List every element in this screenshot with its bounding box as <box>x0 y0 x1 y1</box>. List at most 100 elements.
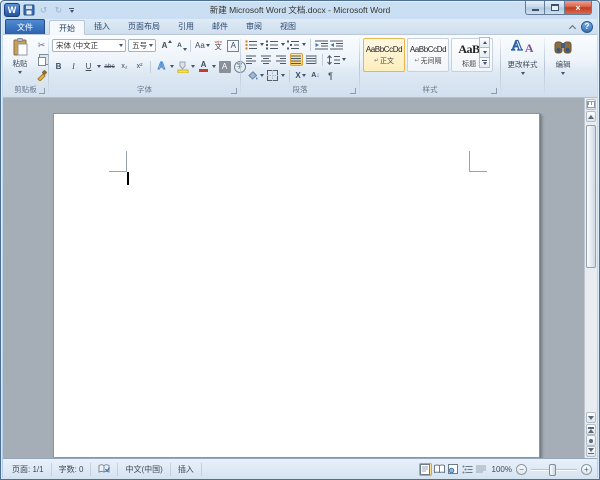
style-normal[interactable]: AaBbCcDd ↵ 正文 <box>363 38 405 72</box>
redo-button[interactable]: ↻ <box>52 4 65 17</box>
print-layout-view-button[interactable] <box>418 462 432 476</box>
font-size-combo[interactable]: 五号 <box>128 39 156 52</box>
word-logo-icon[interactable]: W <box>4 3 20 17</box>
paste-button[interactable]: 粘贴 <box>7 38 33 83</box>
highlight-dropdown-icon[interactable] <box>191 65 195 68</box>
change-case-button[interactable]: Aa <box>195 39 210 52</box>
tab-mailings[interactable]: 邮件 <box>203 19 237 34</box>
bullets-dropdown-icon[interactable] <box>260 43 264 46</box>
save-button[interactable] <box>22 4 35 17</box>
word-count[interactable]: 字数: 0 <box>52 462 92 476</box>
minimize-ribbon-icon[interactable] <box>568 24 577 32</box>
borders-button[interactable] <box>266 69 279 82</box>
tab-view[interactable]: 视图 <box>271 19 305 34</box>
paste-dropdown-icon[interactable] <box>18 71 22 74</box>
font-color-dropdown-icon[interactable] <box>212 65 216 68</box>
tab-home[interactable]: 开始 <box>49 20 85 35</box>
shading-button[interactable] <box>245 69 258 82</box>
next-page-button[interactable] <box>586 446 596 457</box>
close-button[interactable]: × <box>564 1 592 15</box>
web-layout-view-button[interactable] <box>447 463 460 476</box>
editing-group: 编辑 <box>545 35 581 97</box>
editing-button[interactable]: 编辑 <box>547 38 579 85</box>
proofing-status[interactable] <box>91 462 119 476</box>
insert-mode-indicator[interactable]: 插入 <box>171 462 202 476</box>
zoom-slider-thumb[interactable] <box>549 463 556 476</box>
numbering-button[interactable] <box>266 38 279 51</box>
highlight-button[interactable] <box>176 60 189 73</box>
tab-insert[interactable]: 插入 <box>85 19 119 34</box>
vertical-scrollbar[interactable] <box>584 98 597 458</box>
underline-button[interactable]: U <box>82 60 95 73</box>
grow-font-button[interactable]: A <box>158 39 172 52</box>
format-painter-button[interactable] <box>35 69 48 81</box>
help-button[interactable]: ? <box>581 21 593 33</box>
clipboard-dialog-launcher[interactable] <box>39 88 45 94</box>
shading-dropdown-icon[interactable] <box>260 74 264 77</box>
numbering-dropdown-icon[interactable] <box>281 43 285 46</box>
ribbon-tab-row: 文件 开始 插入 页面布局 引用 邮件 审阅 视图 ? <box>3 19 597 35</box>
cut-button[interactable]: ✂ <box>35 39 48 51</box>
tab-references[interactable]: 引用 <box>169 19 203 34</box>
bullets-button[interactable] <box>245 38 258 51</box>
page-indicator[interactable]: 页面: 1/1 <box>5 462 52 476</box>
underline-dropdown-icon[interactable] <box>97 65 101 68</box>
italic-button[interactable]: I <box>67 60 80 73</box>
character-shading-button[interactable]: A <box>218 60 231 73</box>
draft-view-button[interactable] <box>475 463 488 476</box>
line-spacing-button[interactable] <box>327 53 340 66</box>
decrease-indent-button[interactable] <box>315 38 328 51</box>
select-browse-object-button[interactable] <box>586 435 596 446</box>
ruler-toggle-button[interactable] <box>586 99 596 110</box>
bold-button[interactable]: B <box>52 60 65 73</box>
sort-button[interactable]: A ↓ <box>309 69 322 82</box>
zoom-slider[interactable] <box>531 463 577 476</box>
text-effects-dropdown-icon[interactable] <box>170 65 174 68</box>
strikethrough-button[interactable]: abc <box>103 60 116 73</box>
shrink-font-button[interactable]: A <box>173 39 187 52</box>
tab-page-layout[interactable]: 页面布局 <box>119 19 169 34</box>
previous-page-button[interactable] <box>586 424 596 435</box>
font-color-button[interactable]: A <box>197 60 210 73</box>
multilevel-list-dropdown-icon[interactable] <box>302 43 306 46</box>
scroll-down-button[interactable] <box>586 412 596 423</box>
subscript-button[interactable]: x₂ <box>118 60 131 73</box>
align-left-button[interactable] <box>245 53 258 66</box>
text-effects-button[interactable]: A <box>155 60 168 73</box>
increase-indent-button[interactable] <box>330 38 343 51</box>
full-screen-reading-view-button[interactable] <box>433 463 446 476</box>
asian-layout-button[interactable]: X <box>294 69 307 82</box>
zoom-in-button[interactable]: + <box>581 463 592 475</box>
undo-button[interactable]: ↺ <box>37 4 50 17</box>
style-no-spacing[interactable]: AaBbCcDd ↵ 无间隔 <box>407 38 449 72</box>
superscript-button[interactable]: x² <box>133 60 146 73</box>
styles-gallery-more-button[interactable] <box>479 57 490 68</box>
multilevel-list-button[interactable] <box>287 38 300 51</box>
customize-qat-button[interactable] <box>67 7 76 13</box>
scroll-up-button[interactable] <box>586 111 596 122</box>
outline-view-button[interactable] <box>461 463 474 476</box>
character-border-button[interactable]: A <box>227 39 240 52</box>
tab-file[interactable]: 文件 <box>5 19 45 34</box>
distribute-button[interactable] <box>305 53 318 66</box>
justify-button[interactable] <box>290 53 303 66</box>
minimize-button[interactable] <box>525 1 545 15</box>
zoom-level[interactable]: 100% <box>492 465 512 474</box>
font-dialog-launcher[interactable] <box>231 88 237 94</box>
styles-dialog-launcher[interactable] <box>491 88 497 94</box>
language-indicator[interactable]: 中文(中国) <box>118 462 171 476</box>
copy-button[interactable] <box>35 54 48 66</box>
scrollbar-thumb[interactable] <box>586 125 596 268</box>
line-spacing-dropdown-icon[interactable] <box>342 58 346 61</box>
align-center-button[interactable] <box>260 53 273 66</box>
borders-dropdown-icon[interactable] <box>281 74 285 77</box>
zoom-out-button[interactable]: − <box>516 463 527 475</box>
paragraph-dialog-launcher[interactable] <box>350 88 356 94</box>
phonetic-guide-button[interactable]: wén 文 <box>212 39 225 52</box>
show-hide-marks-button[interactable]: ¶ <box>324 69 337 82</box>
change-styles-button[interactable]: A A 更改样式 <box>503 37 542 85</box>
align-right-button[interactable] <box>275 53 288 66</box>
maximize-button[interactable] <box>545 1 564 15</box>
tab-review[interactable]: 审阅 <box>237 19 271 34</box>
font-name-combo[interactable]: 宋体 (中文正 <box>52 39 126 52</box>
